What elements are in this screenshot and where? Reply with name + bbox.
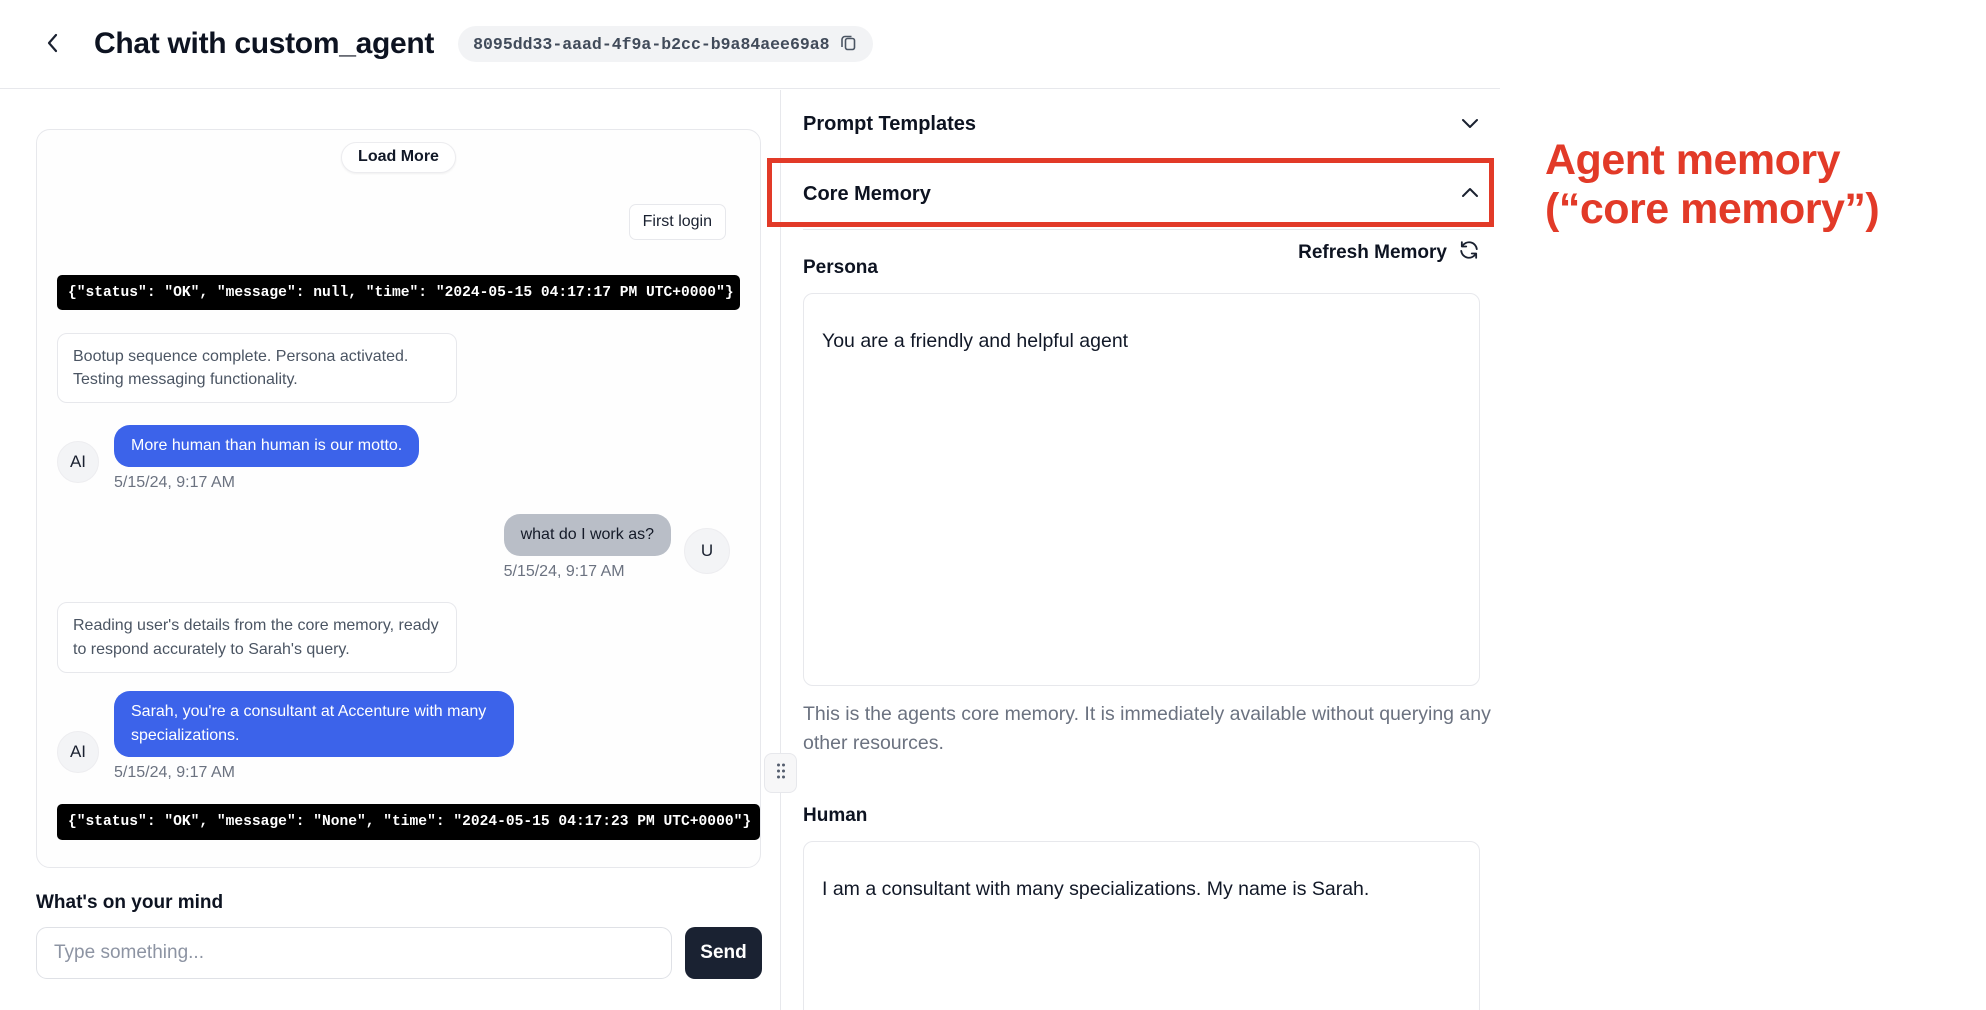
prompt-templates-accordion[interactable]: Prompt Templates bbox=[803, 90, 1480, 160]
ai-avatar: AI bbox=[57, 731, 99, 773]
first-login-button[interactable]: First login bbox=[629, 204, 726, 240]
chat-panel: Load More First login {"status": "OK", "… bbox=[36, 129, 761, 868]
copy-icon bbox=[839, 33, 858, 55]
message-timestamp: 5/15/24, 9:17 AM bbox=[504, 563, 625, 581]
chevron-down-icon bbox=[1460, 117, 1480, 132]
ai-message-bubble: Sarah, you're a consultant at Accenture … bbox=[114, 691, 514, 757]
core-memory-label: Core Memory bbox=[803, 183, 931, 206]
user-message-row: what do I work as? 5/15/24, 9:17 AM U bbox=[57, 514, 730, 581]
send-button[interactable]: Send bbox=[685, 927, 762, 979]
ai-message-bubble: More human than human is our motto. bbox=[114, 425, 419, 467]
annotation-line: Agent memory bbox=[1545, 136, 1879, 185]
human-label: Human bbox=[803, 805, 1480, 827]
chevron-left-icon bbox=[44, 32, 62, 57]
core-memory-caption: This is the agents core memory. It is im… bbox=[803, 700, 1493, 759]
persona-textarea[interactable]: You are a friendly and helpful agent bbox=[803, 293, 1480, 686]
status-message: {"status": "OK", "message": "None", "tim… bbox=[57, 804, 760, 840]
page-title: Chat with custom_agent bbox=[94, 27, 434, 61]
message-input[interactable] bbox=[36, 927, 672, 979]
status-message: {"status": "OK", "message": null, "time"… bbox=[57, 275, 740, 310]
app-page: Chat with custom_agent 8095dd33-aaad-4f9… bbox=[0, 0, 1986, 1010]
agent-id-value: 8095dd33-aaad-4f9a-b2cc-b9a84aee69a8 bbox=[473, 35, 829, 54]
refresh-memory-button[interactable]: Refresh Memory bbox=[1298, 239, 1480, 267]
persona-label: Persona bbox=[803, 257, 878, 279]
persona-header-row: Persona Refresh Memory bbox=[803, 239, 1480, 279]
composer: What's on your mind Send bbox=[36, 892, 762, 979]
prompt-templates-label: Prompt Templates bbox=[803, 113, 976, 136]
user-message-bubble: what do I work as? bbox=[504, 514, 671, 556]
chevron-up-icon bbox=[1460, 187, 1480, 202]
annotation-line: (“core memory”) bbox=[1545, 185, 1879, 234]
human-textarea[interactable]: I am a consultant with many specializati… bbox=[803, 841, 1480, 1010]
back-button[interactable] bbox=[38, 29, 68, 59]
memory-panel: Prompt Templates Core Memory Persona Ref… bbox=[781, 90, 1500, 1010]
system-note: Bootup sequence complete. Persona activa… bbox=[57, 333, 457, 403]
message-timestamp: 5/15/24, 9:17 AM bbox=[114, 764, 514, 782]
composer-label: What's on your mind bbox=[36, 892, 762, 914]
message-timestamp: 5/15/24, 9:17 AM bbox=[114, 474, 419, 492]
ai-message-row: AI More human than human is our motto. 5… bbox=[57, 425, 740, 492]
user-avatar: U bbox=[684, 528, 730, 574]
ai-message-row: AI Sarah, you're a consultant at Accentu… bbox=[57, 691, 740, 782]
ai-avatar: AI bbox=[57, 441, 99, 483]
annotation-text: Agent memory (“core memory”) bbox=[1545, 136, 1879, 235]
refresh-memory-label: Refresh Memory bbox=[1298, 242, 1447, 264]
refresh-icon bbox=[1458, 239, 1480, 267]
load-more-button[interactable]: Load More bbox=[341, 142, 456, 173]
system-note: Reading user's details from the core mem… bbox=[57, 602, 457, 672]
copy-agent-id-button[interactable] bbox=[839, 33, 858, 55]
header: Chat with custom_agent 8095dd33-aaad-4f9… bbox=[0, 0, 1500, 89]
core-memory-accordion[interactable]: Core Memory bbox=[803, 160, 1480, 230]
agent-id-badge: 8095dd33-aaad-4f9a-b2cc-b9a84aee69a8 bbox=[458, 26, 872, 62]
